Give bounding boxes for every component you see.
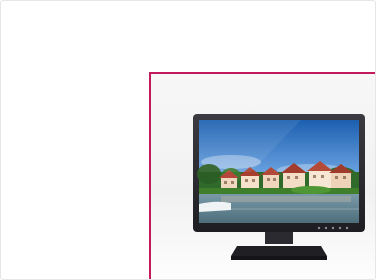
monitor-icon bbox=[191, 112, 367, 268]
page-frame bbox=[0, 0, 376, 280]
monitor-illustration bbox=[193, 114, 365, 260]
product-card[interactable] bbox=[149, 72, 375, 279]
monitor-neck bbox=[265, 232, 293, 244]
monitor-stand-base bbox=[231, 246, 327, 256]
